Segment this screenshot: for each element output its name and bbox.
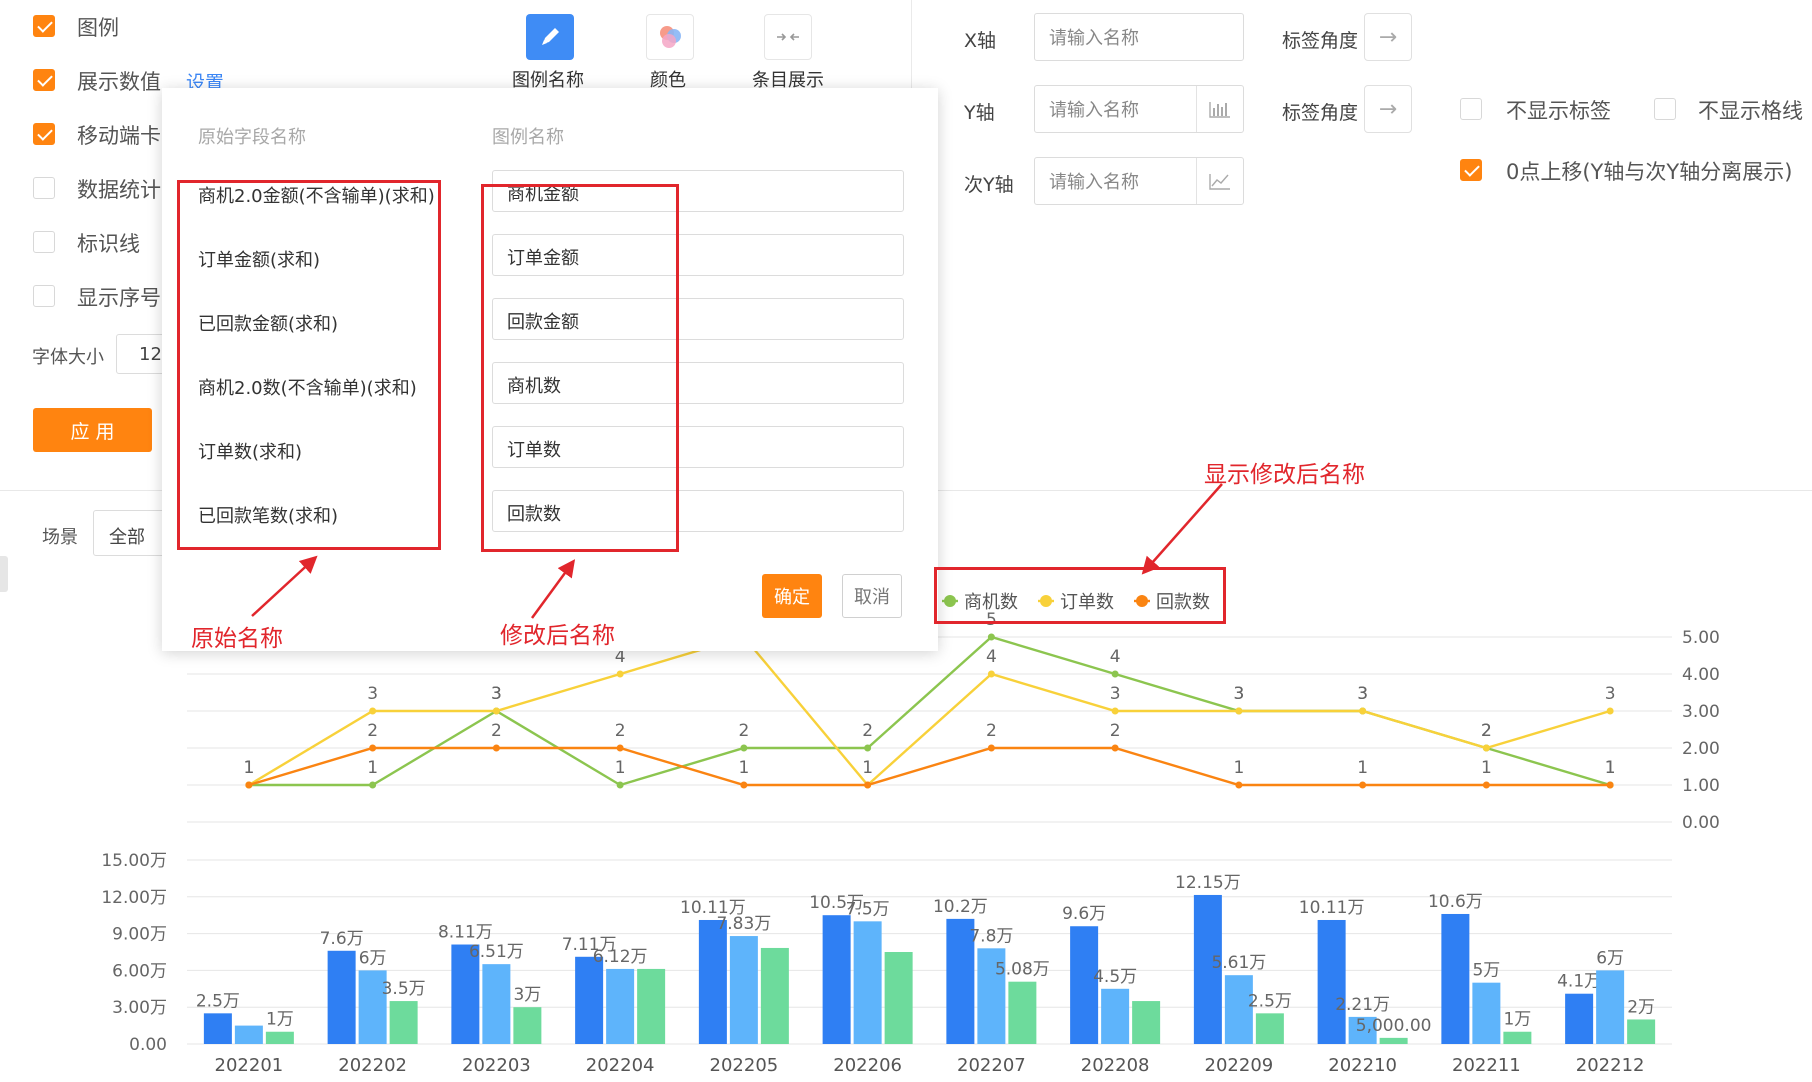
original-name-annotation: 原始名称 <box>191 626 283 652</box>
legend-arrow <box>1141 483 1223 575</box>
annotation-arrows <box>251 483 1223 619</box>
modified-name-arrow <box>530 559 576 619</box>
original-name-arrow <box>251 555 318 617</box>
modified-name-annotation: 修改后名称 <box>500 623 615 649</box>
show-modified-annotation: 显示修改后名称 <box>1204 462 1365 488</box>
